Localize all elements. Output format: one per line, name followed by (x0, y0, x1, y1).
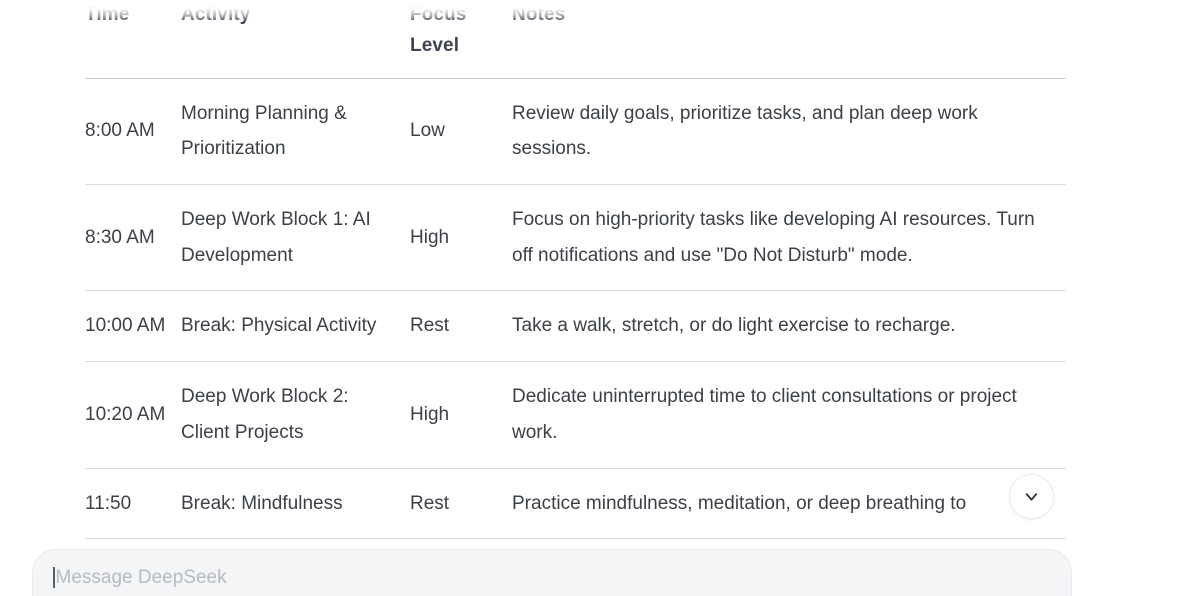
table-row: 10:20 AM Deep Work Block 2: Client Proje… (85, 361, 1066, 469)
table-row: 8:00 AM Morning Planning & Prioritizatio… (85, 78, 1066, 185)
text-caret (53, 566, 55, 588)
table-header: Time Activity Focus Level Notes (85, 0, 1066, 79)
message-input-placeholder[interactable]: Message DeepSeek (56, 568, 227, 587)
cell-time: 8:00 AM (85, 78, 181, 185)
cell-activity: Deep Work Block 1: AI Development (181, 184, 410, 292)
cell-activity: Break: Mindfulness (181, 468, 410, 540)
cell-focus-level: Rest (410, 290, 512, 363)
message-composer[interactable]: Message DeepSeek (32, 549, 1072, 596)
table-header-row: Time Activity Focus Level Notes (85, 0, 1066, 79)
cell-time: 10:20 AM (85, 361, 181, 469)
cell-focus-level: High (410, 361, 512, 469)
cell-focus-level: Low (410, 78, 512, 185)
cell-notes: Review daily goals, prioritize tasks, an… (512, 78, 1066, 185)
message-scroll-area[interactable]: Time Activity Focus Level Notes 8:00 AM … (0, 0, 1200, 545)
chat-app-window: Time Activity Focus Level Notes 8:00 AM … (0, 0, 1200, 596)
schedule-table-container: Time Activity Focus Level Notes 8:00 AM … (85, 0, 1066, 540)
cell-notes: Practice mindfulness, meditation, or dee… (512, 468, 1066, 540)
table-row: 11:50 Break: Mindfulness Rest Practice m… (85, 468, 1066, 540)
schedule-table: Time Activity Focus Level Notes 8:00 AM … (85, 0, 1066, 540)
cell-activity: Morning Planning & Prioritization (181, 78, 410, 185)
column-header-focus-level: Focus Level (410, 0, 512, 79)
cell-focus-level: Rest (410, 468, 512, 540)
column-header-notes: Notes (512, 0, 1066, 79)
table-row: 10:00 AM Break: Physical Activity Rest T… (85, 290, 1066, 363)
cell-activity: Break: Physical Activity (181, 290, 410, 363)
column-header-activity: Activity (181, 0, 410, 79)
cell-notes: Take a walk, stretch, or do light exerci… (512, 290, 1066, 363)
composer-input-row[interactable]: Message DeepSeek (53, 563, 1051, 591)
cell-notes: Dedicate uninterrupted time to client co… (512, 361, 1066, 469)
chevron-down-icon (1022, 487, 1041, 506)
cell-time: 8:30 AM (85, 184, 181, 292)
cell-activity: Deep Work Block 2: Client Projects (181, 361, 410, 469)
cell-time: 11:50 (85, 468, 181, 540)
table-row: 8:30 AM Deep Work Block 1: AI Developmen… (85, 184, 1066, 292)
cell-notes: Focus on high-priority tasks like develo… (512, 184, 1066, 292)
table-body: 8:00 AM Morning Planning & Prioritizatio… (85, 78, 1066, 540)
cell-focus-level: High (410, 184, 512, 292)
column-header-time: Time (85, 0, 181, 79)
scroll-to-bottom-button[interactable] (1009, 474, 1054, 519)
cell-time: 10:00 AM (85, 290, 181, 363)
